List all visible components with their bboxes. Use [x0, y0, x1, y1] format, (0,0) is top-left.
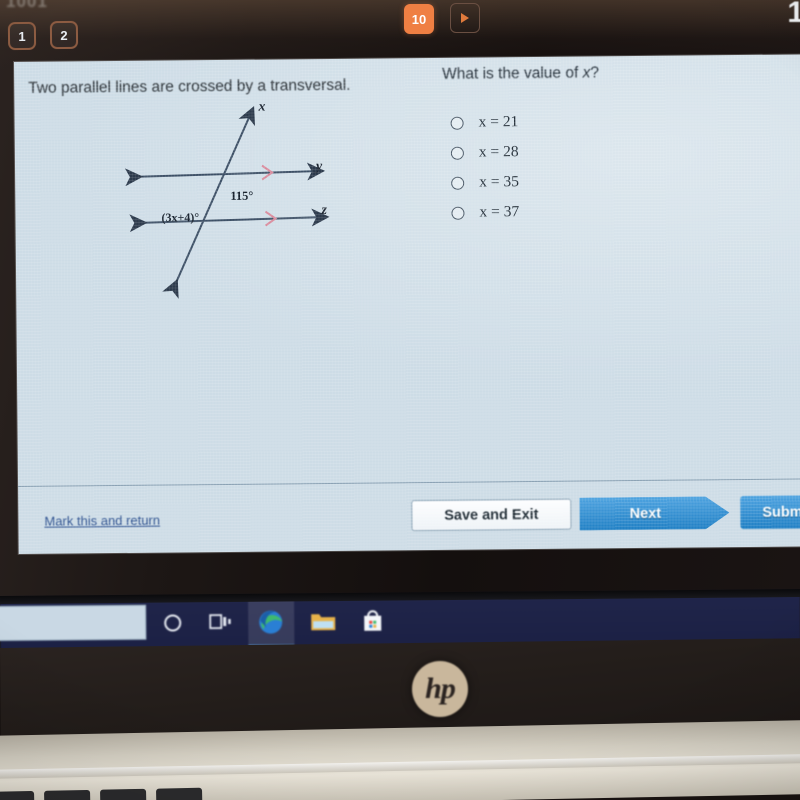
key [156, 787, 203, 800]
answer-options: x = 21 x = 28 x = 35 x = 37 [450, 107, 519, 228]
radio-button-icon[interactable] [451, 176, 465, 190]
file-explorer-icon[interactable] [306, 604, 340, 638]
figure-label-x: x [258, 99, 266, 115]
figure-angle-lower: (3x+4)° [161, 210, 200, 225]
circle-ring-icon [163, 613, 181, 632]
answer-option-label: x = 37 [479, 203, 520, 221]
figure-label-z: z [321, 203, 327, 219]
answer-option-4[interactable]: x = 37 [451, 197, 519, 228]
triangle-right-icon [461, 13, 469, 23]
figure-angle-upper: 115° [230, 188, 254, 203]
answer-option-label: x = 21 [478, 113, 519, 131]
nav-chip-1[interactable]: 1 [7, 21, 37, 51]
task-view-glyph [209, 614, 231, 630]
question-stem: Two parallel lines are crossed by a tran… [28, 76, 351, 97]
answer-option-label: x = 35 [479, 173, 520, 191]
answer-option-2[interactable]: x = 28 [450, 137, 519, 168]
question-suffix: ? [590, 64, 600, 82]
folder-glyph [311, 613, 336, 630]
edge-glyph [258, 610, 282, 634]
next-button[interactable]: Next [579, 496, 729, 530]
answer-option-3[interactable]: x = 35 [451, 167, 519, 198]
quiz-page: Two parallel lines are crossed by a tran… [14, 54, 800, 554]
radio-button-icon[interactable] [450, 116, 464, 130]
cortana-icon[interactable] [155, 605, 189, 639]
key [44, 789, 91, 800]
nav-chip-2[interactable]: 2 [49, 20, 79, 50]
taskbar-search-input[interactable] [0, 604, 147, 642]
radio-button-icon[interactable] [451, 206, 465, 220]
top-cutoff-text: 1001 [6, 0, 48, 11]
save-and-exit-button[interactable]: Save and Exit [411, 498, 572, 532]
geometry-figure: x y z 115° (3x+4)° [124, 97, 376, 309]
next-page-arrow-button[interactable] [450, 3, 480, 33]
question-text: What is the value of [442, 64, 583, 83]
mark-this-and-return-link[interactable]: Mark this and return [44, 513, 160, 529]
answer-option-1[interactable]: x = 21 [450, 107, 518, 138]
store-glyph [363, 610, 381, 631]
task-view-icon[interactable] [203, 605, 237, 639]
key [100, 788, 147, 800]
key [0, 790, 35, 800]
submit-button[interactable]: Submit [740, 494, 800, 530]
question-prompt: What is the value of x? [442, 64, 599, 84]
edge-icon[interactable] [253, 604, 287, 638]
laptop-photo: 1001 1 2 10 1 Two parallel lines are cro… [0, 0, 800, 800]
corner-number: 1 [787, 0, 800, 29]
radio-button-icon[interactable] [450, 146, 464, 160]
hp-logo: hp [412, 661, 468, 717]
figure-label-y: y [315, 159, 323, 175]
answer-option-label: x = 28 [478, 143, 519, 161]
page-number-badge[interactable]: 10 [404, 4, 434, 34]
footer-divider [18, 478, 800, 487]
microsoft-store-icon[interactable] [355, 604, 389, 638]
